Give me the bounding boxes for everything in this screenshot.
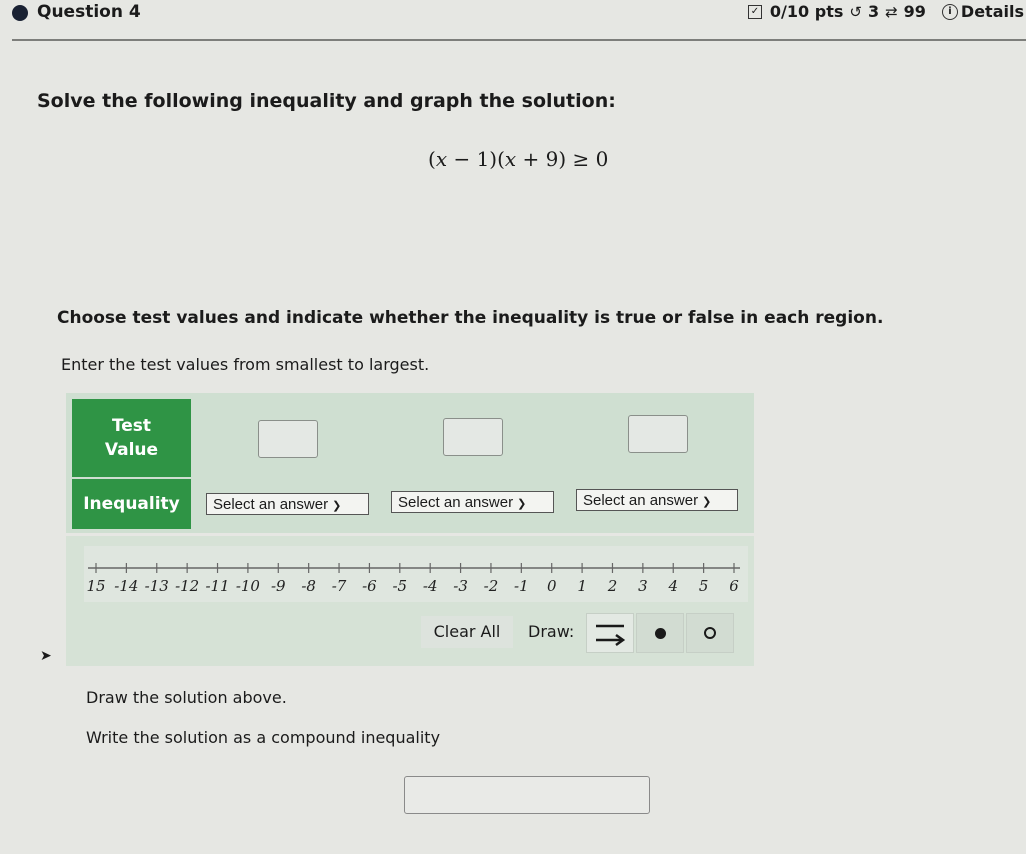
question-meta: ✓ 0/10 pts ↺ 3 ⇄ 99 i Details xyxy=(747,2,1024,21)
instruction-draw: Draw the solution above. xyxy=(86,688,287,707)
instruction-choose: Choose test values and indicate whether … xyxy=(57,308,884,328)
chevron-down-icon: ❯ xyxy=(702,496,712,508)
question-title: Question 4 xyxy=(37,2,141,22)
test-value-table: Test Value Inequality Select an answer ❯ … xyxy=(66,393,754,533)
graph-panel: 15 -14 -13 -12 -11 -10 -9 -8 -7 -6 -5 -4 -3 -2 -1 0 1 2 3 4… xyxy=(66,536,754,666)
tick-label: 4 xyxy=(667,577,678,595)
tick-label: 0 xyxy=(547,577,557,595)
points-label: 0/10 pts xyxy=(769,2,844,21)
open-dot-tool-button[interactable] xyxy=(686,613,734,653)
test-value-input-2[interactable] xyxy=(443,418,503,456)
tick-label: -10 xyxy=(236,577,261,595)
eq-part: ( xyxy=(428,147,436,171)
inequality-select-1[interactable]: Select an answer ❯ xyxy=(206,493,369,515)
chevron-down-icon: ❯ xyxy=(517,498,527,510)
instruction-order: Enter the test values from smallest to l… xyxy=(61,355,430,374)
tick-label: -7 xyxy=(332,577,347,595)
select-value: Select an answer xyxy=(398,494,514,511)
tick-label: -6 xyxy=(362,577,377,595)
repeat-icon: ⇄ xyxy=(885,2,898,21)
test-value-input-1[interactable] xyxy=(258,420,318,458)
select-value: Select an answer xyxy=(583,492,699,509)
tick-label: 6 xyxy=(729,577,739,595)
retries-count: 3 xyxy=(867,2,880,21)
tick-label: -5 xyxy=(392,577,407,595)
tick-label: -4 xyxy=(423,577,438,595)
instruction-compound: Write the solution as a compound inequal… xyxy=(86,728,441,747)
undo-icon: ↺ xyxy=(849,2,862,21)
tick-label: -11 xyxy=(205,577,229,595)
compound-inequality-input[interactable] xyxy=(404,776,650,814)
details-label: Details xyxy=(960,2,1024,21)
question-status-dot xyxy=(12,5,28,21)
tick-label: -1 xyxy=(514,577,529,595)
inequality-header: Inequality xyxy=(72,479,191,529)
tick-label: -8 xyxy=(301,577,316,595)
draw-label: Draw: xyxy=(528,622,575,641)
tick-label: -3 xyxy=(453,577,468,595)
open-dot-icon xyxy=(704,627,716,639)
closed-dot-icon xyxy=(654,627,666,639)
inequality-select-2[interactable]: Select an answer ❯ xyxy=(391,491,554,513)
eq-var: x xyxy=(504,147,517,171)
info-icon: i xyxy=(941,3,958,20)
attempts-count: 99 xyxy=(903,2,926,21)
tick-label: -9 xyxy=(271,577,286,595)
chevron-down-icon: ❯ xyxy=(332,500,342,512)
clear-all-button[interactable]: Clear All xyxy=(421,616,513,648)
header-divider xyxy=(12,39,1026,41)
test-value-header: Test Value xyxy=(72,399,191,477)
number-line[interactable]: 15 -14 -13 -12 -11 -10 -9 -8 -7 -6 -5 -4 -3 -2 -1 0 1 2 3 4… xyxy=(84,546,748,602)
checkbox-icon: ✓ xyxy=(747,4,762,19)
tick-label: -14 xyxy=(114,577,138,595)
tick-label: -12 xyxy=(175,577,199,595)
eq-var: x xyxy=(435,147,448,171)
select-value: Select an answer xyxy=(213,496,329,513)
mouse-cursor-icon: ➤ xyxy=(40,648,52,664)
number-line-canvas[interactable]: 15 -14 -13 -12 -11 -10 -9 -8 -7 -6 -5 -4 -3 -2 -1 0 1 2 3 4… xyxy=(84,546,748,602)
details-link[interactable]: i Details xyxy=(941,2,1024,21)
question-prompt: Solve the following inequality and graph… xyxy=(37,90,616,112)
tick-label: -2 xyxy=(484,577,499,595)
test-value-input-3[interactable] xyxy=(628,415,688,453)
closed-dot-tool-button[interactable] xyxy=(636,613,684,653)
tick-label: 3 xyxy=(638,577,648,595)
eq-part: − 1)( xyxy=(447,147,505,171)
ray-tool-button[interactable] xyxy=(586,613,634,653)
tick-label: 5 xyxy=(699,577,709,595)
tick-label: 2 xyxy=(607,577,618,595)
tick-label: 1 xyxy=(577,577,587,595)
tick-label: 15 xyxy=(86,577,105,595)
ray-arrow-icon xyxy=(596,624,626,647)
inequality-select-3[interactable]: Select an answer ❯ xyxy=(576,489,738,511)
tick-label: -13 xyxy=(145,577,169,595)
question-header: Question 4 ✓ 0/10 pts ↺ 3 ⇄ 99 i Details xyxy=(0,0,1026,30)
eq-part: + 9) ≥ 0 xyxy=(516,147,609,171)
inequality-equation: (x − 1)(x + 9) ≥ 0 xyxy=(428,147,608,171)
